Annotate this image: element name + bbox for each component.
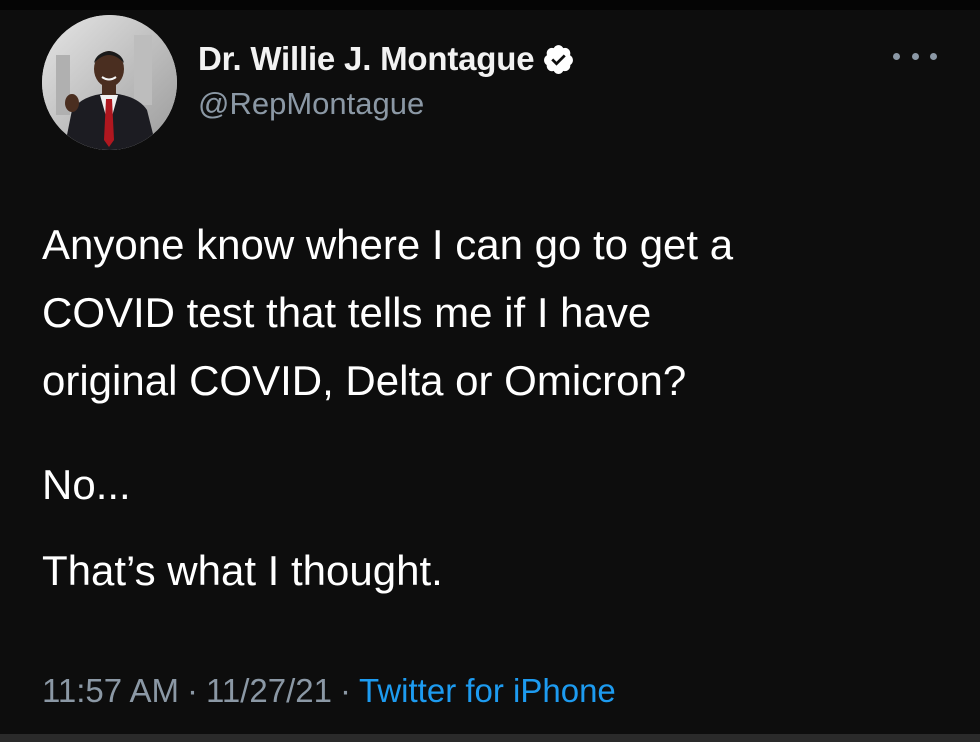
tweet-card: Dr. Willie J. Montague @RepMontague Anyo…	[0, 0, 980, 742]
top-divider	[0, 0, 980, 10]
verified-badge-icon	[544, 44, 574, 74]
tweet-text-line: That’s what I thought.	[42, 547, 443, 594]
bottom-divider	[0, 734, 980, 742]
avatar[interactable]	[42, 15, 177, 150]
more-horizontal-icon[interactable]	[893, 44, 937, 68]
tweet-text-line: original COVID, Delta or Omicron?	[42, 357, 687, 404]
more-dot	[930, 52, 937, 60]
tweet-text-line: No...	[42, 461, 131, 508]
tweet-time[interactable]: 11:57 AM	[42, 672, 179, 710]
more-dot	[893, 52, 900, 60]
more-dot	[911, 52, 919, 60]
tweet-meta: 11:57 AM · 11/27/21 · Twitter for iPhone	[42, 672, 616, 710]
profile-photo-icon	[42, 15, 177, 150]
tweet-source-link[interactable]: Twitter for iPhone	[359, 672, 616, 710]
author-name-row[interactable]: Dr. Willie J. Montague	[198, 38, 575, 80]
meta-separator: ·	[340, 672, 351, 709]
author-handle[interactable]: @RepMontague	[198, 86, 424, 122]
tweet-text-line: COVID test that tells me if I have	[42, 289, 652, 336]
meta-separator: ·	[186, 672, 198, 709]
display-name[interactable]: Dr. Willie J. Montague	[198, 40, 535, 78]
tweet-date[interactable]: 11/27/21	[206, 672, 332, 710]
tweet-text-line: Anyone know where I can go to get a	[42, 221, 734, 268]
